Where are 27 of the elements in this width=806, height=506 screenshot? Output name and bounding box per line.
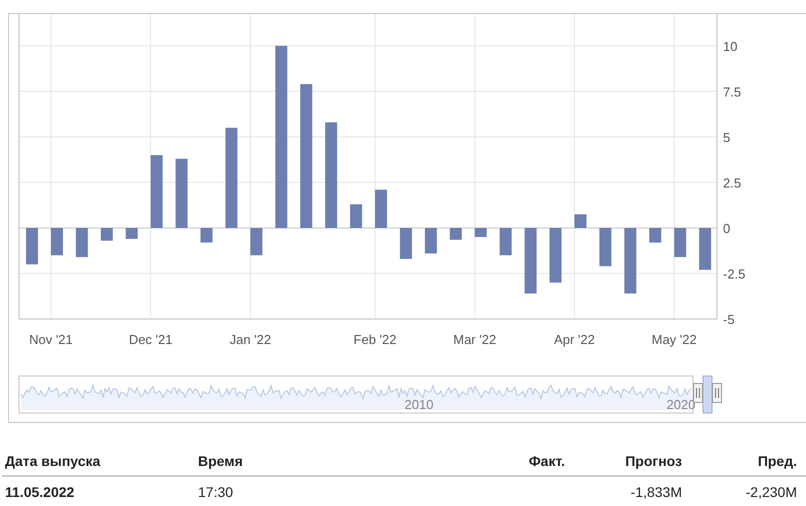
drag-handle-icon[interactable] — [712, 383, 722, 403]
axis-label: Nov '21 — [29, 332, 73, 347]
axis-label: Feb '22 — [354, 332, 396, 347]
navigator-label: 2020 — [666, 397, 696, 412]
axis-label: Mar '22 — [453, 332, 496, 347]
table-cell: -1,833M — [630, 484, 682, 500]
column-header[interactable]: Время — [198, 453, 243, 469]
axis-label: 5 — [723, 130, 730, 145]
table-cell: 17:30 — [198, 484, 234, 500]
drag-handle-icon[interactable] — [693, 383, 703, 403]
column-header[interactable]: Дата выпуска — [5, 453, 100, 469]
column-header[interactable]: Факт. — [528, 453, 565, 469]
column-header[interactable]: Прогноз — [625, 453, 682, 469]
axis-label: -5 — [723, 312, 735, 327]
axis-label: 10 — [723, 38, 738, 54]
axis-label: 2.5 — [723, 175, 742, 190]
axis-label: May '22 — [652, 332, 697, 347]
axis-label: Apr '22 — [554, 332, 595, 347]
axis-label: Dec '21 — [128, 332, 172, 347]
axis-label: 7.5 — [723, 84, 742, 100]
axis-label: 0 — [723, 220, 730, 236]
table-cell: -2,230M — [746, 484, 797, 500]
column-header[interactable]: Пред. — [758, 453, 797, 469]
navigator-label: 2010 — [404, 397, 434, 412]
axis-label: Jan '22 — [230, 332, 272, 347]
axis-label: -2.5 — [723, 266, 746, 282]
table-cell: 11.05.2022 — [5, 484, 74, 500]
